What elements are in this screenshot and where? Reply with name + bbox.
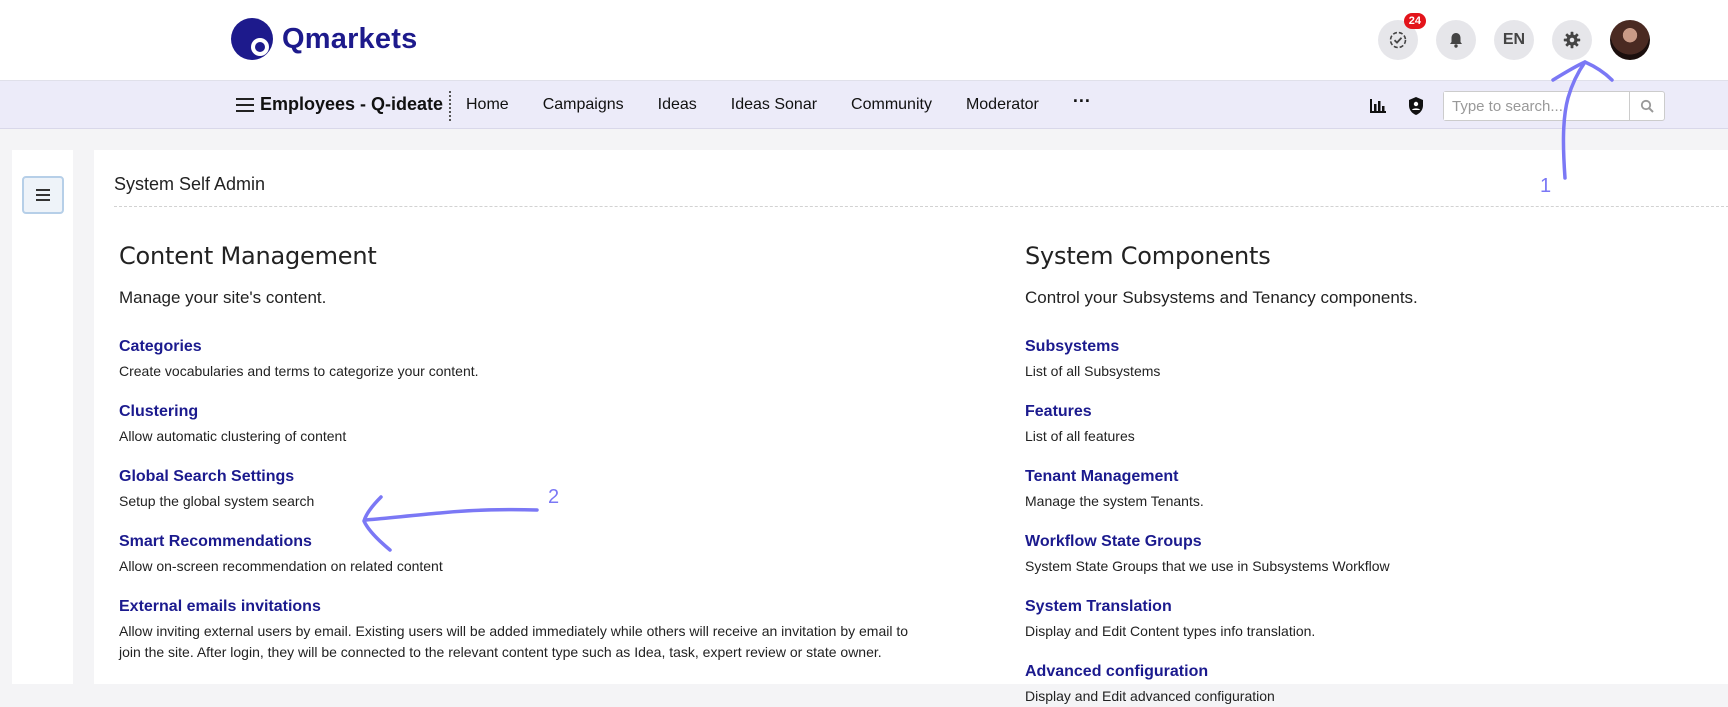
subsystems-link[interactable]: Subsystems [1025,338,1725,356]
brand-logo[interactable]: Qmarkets [230,17,417,61]
nav-divider [449,91,451,121]
system-components-section: System Components Control your Subsystem… [1025,242,1725,707]
search-button[interactable] [1630,92,1664,120]
list-item: Advanced configuration Display and Edit … [1025,663,1725,707]
item-description: List of all features [1025,428,1135,444]
item-description: Setup the global system search [119,493,315,509]
item-description: Manage the system Tenants. [1025,493,1204,509]
content-management-lead: Manage your site's content. [119,288,327,307]
item-description: List of all Subsystems [1025,363,1161,379]
content-management-heading: Content Management [119,242,377,270]
search-box [1443,91,1665,121]
nav-link-home[interactable]: Home [466,96,509,114]
advanced-configuration-link[interactable]: Advanced configuration [1025,663,1725,681]
qmarkets-logo-icon [231,18,273,60]
item-description: Display and Edit Content types info tran… [1025,623,1316,639]
external-emails-invitations-link[interactable]: External emails invitations [119,598,919,616]
nav-links: Home Campaigns Ideas Ideas Sonar Communi… [466,91,1091,114]
site-name: Employees - Q-ideate [260,94,444,114]
item-description: System State Groups that we use in Subsy… [1025,558,1390,574]
list-item: Clustering Allow automatic clustering of… [119,403,919,447]
list-item: Categories Create vocabularies and terms… [119,338,919,382]
list-item: Workflow State Groups System State Group… [1025,533,1725,577]
shield-user-icon [1409,97,1423,115]
tenant-management-link[interactable]: Tenant Management [1025,468,1725,486]
top-bar: Qmarkets 24 EN [0,0,1728,80]
nav-link-campaigns[interactable]: Campaigns [543,96,624,114]
system-components-lead: Control your Subsystems and Tenancy comp… [1025,288,1418,307]
system-translation-link[interactable]: System Translation [1025,598,1725,616]
list-item: System Translation Display and Edit Cont… [1025,598,1725,642]
smart-recommendations-link[interactable]: Smart Recommendations [119,533,919,551]
item-description: Display and Edit advanced configuration [1025,688,1275,704]
list-item: Subsystems List of all Subsystems [1025,338,1725,382]
list-item: Smart Recommendations Allow on-screen re… [119,533,919,577]
site-menu-toggle[interactable]: Employees - Q-ideate [236,94,443,115]
list-item: External emails invitations Allow inviti… [119,598,919,663]
item-description: Allow automatic clustering of content [119,428,347,444]
hamburger-icon [236,97,254,112]
list-item: Global Search Settings Setup the global … [119,468,919,512]
header-actions: 24 EN [1378,13,1650,60]
main-navbar: Employees - Q-ideate Home Campaigns Idea… [0,80,1728,129]
bell-icon [1450,33,1462,48]
search-input[interactable] [1444,92,1630,120]
menu-lines-icon [36,189,50,201]
list-item: Features List of all features [1025,403,1725,447]
clustering-link[interactable]: Clustering [119,403,919,421]
side-menu-toggle[interactable] [22,176,64,214]
title-divider [114,206,1728,207]
notifications-button[interactable] [1436,20,1476,60]
nav-link-ideas[interactable]: Ideas [658,96,697,114]
page-title: System Self Admin [114,174,266,194]
user-avatar[interactable] [1610,20,1650,60]
item-description: Allow on-screen recommendation on relate… [119,558,443,574]
search-icon [1640,99,1654,113]
bar-chart-icon [1370,99,1386,113]
brand-name: Qmarkets [282,22,418,55]
nav-link-community[interactable]: Community [851,96,932,114]
side-panel [12,150,73,684]
nav-link-ideas-sonar[interactable]: Ideas Sonar [731,96,817,114]
system-components-heading: System Components [1025,242,1271,270]
content-management-section: Content Management Manage your site's co… [119,242,919,663]
admin-shield-button[interactable] [1405,95,1427,117]
workflow-state-groups-link[interactable]: Workflow State Groups [1025,533,1725,551]
nav-tools [1367,91,1665,121]
tasks-check-icon [1389,31,1407,49]
tasks-badge: 24 [1403,13,1426,29]
nav-more-button[interactable]: ··· [1073,91,1091,114]
item-description: Allow inviting external users by email. … [119,623,909,660]
gear-icon [1563,31,1581,49]
language-button[interactable]: EN [1494,20,1534,60]
global-search-settings-link[interactable]: Global Search Settings [119,468,919,486]
main-content: System Self Admin Content Management Man… [94,150,1728,704]
categories-link[interactable]: Categories [119,338,919,356]
features-link[interactable]: Features [1025,403,1725,421]
tasks-button[interactable]: 24 [1378,13,1426,60]
nav-link-moderator[interactable]: Moderator [966,96,1039,114]
item-description: Create vocabularies and terms to categor… [119,363,479,379]
analytics-button[interactable] [1367,95,1389,117]
settings-button[interactable] [1552,20,1592,60]
list-item: Tenant Management Manage the system Tena… [1025,468,1725,512]
language-label: EN [1502,31,1526,48]
